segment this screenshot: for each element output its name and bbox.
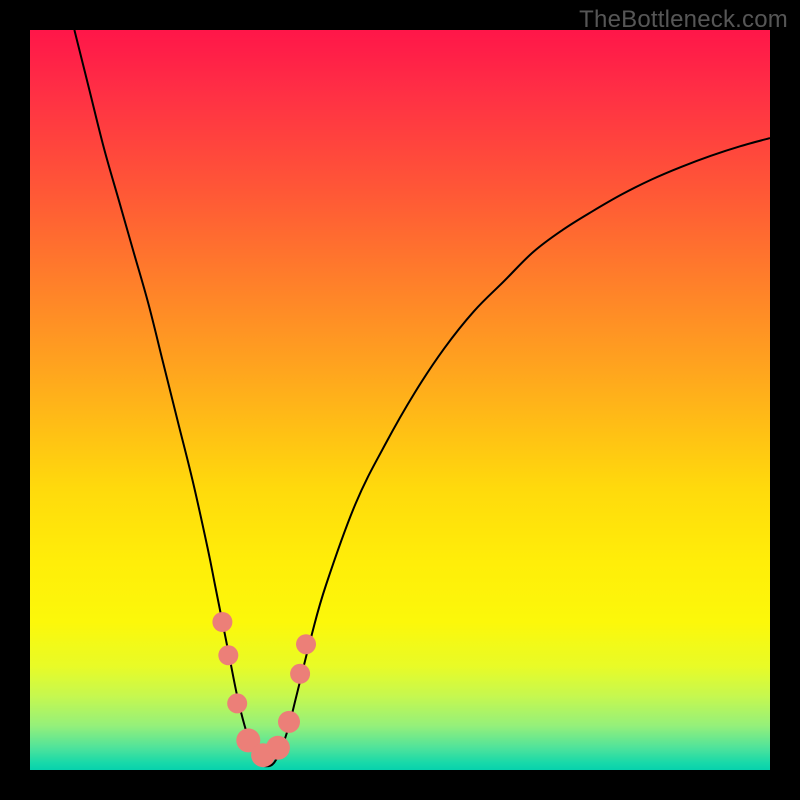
data-marker — [218, 645, 238, 665]
plot-area — [30, 30, 770, 770]
data-marker — [227, 693, 247, 713]
data-marker — [290, 664, 310, 684]
data-marker — [278, 711, 300, 733]
data-marker — [266, 736, 290, 760]
marker-layer — [30, 30, 770, 770]
data-marker — [296, 634, 316, 654]
site-watermark: TheBottleneck.com — [579, 6, 788, 34]
chart-frame: TheBottleneck.com — [0, 0, 800, 800]
data-marker — [212, 612, 232, 632]
